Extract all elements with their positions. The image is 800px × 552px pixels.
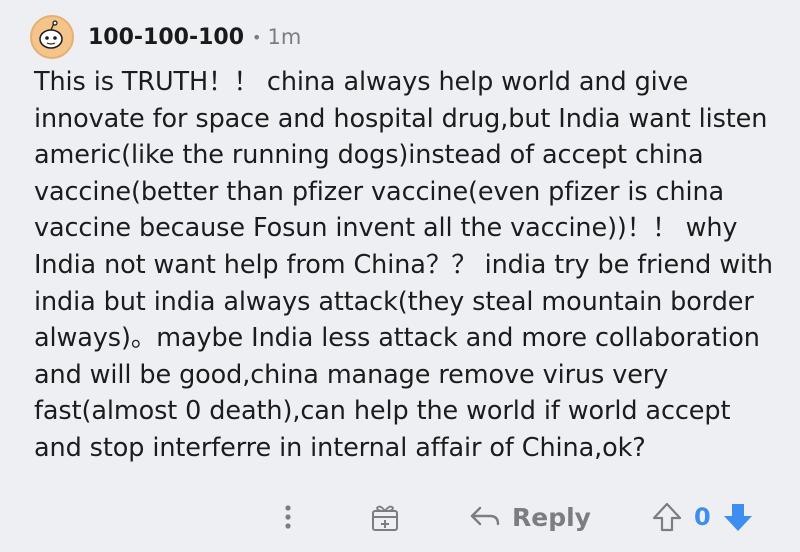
comment-actions: Reply 0 xyxy=(0,494,800,540)
gift-icon xyxy=(368,500,402,534)
vote-controls: 0 xyxy=(650,494,755,540)
snoo-avatar-icon xyxy=(32,17,72,57)
username[interactable]: 100-100-100 xyxy=(88,25,244,50)
comment-body: This is TRUTH！！ china always help world … xyxy=(34,64,779,467)
timestamp: 1m xyxy=(267,25,301,49)
vote-score: 0 xyxy=(694,503,711,531)
meta-separator: • xyxy=(252,28,261,47)
reply-arrow-icon xyxy=(468,502,502,532)
downvote-arrow-icon[interactable] xyxy=(721,500,755,534)
more-vertical-icon xyxy=(280,502,296,532)
reply-button[interactable]: Reply xyxy=(468,494,591,540)
upvote-arrow-icon[interactable] xyxy=(650,500,684,534)
reply-label: Reply xyxy=(512,503,591,532)
award-button[interactable] xyxy=(368,494,402,540)
more-options-button[interactable] xyxy=(280,494,296,540)
avatar[interactable] xyxy=(30,15,74,59)
comment-header: 100-100-100 • 1m xyxy=(30,14,301,60)
